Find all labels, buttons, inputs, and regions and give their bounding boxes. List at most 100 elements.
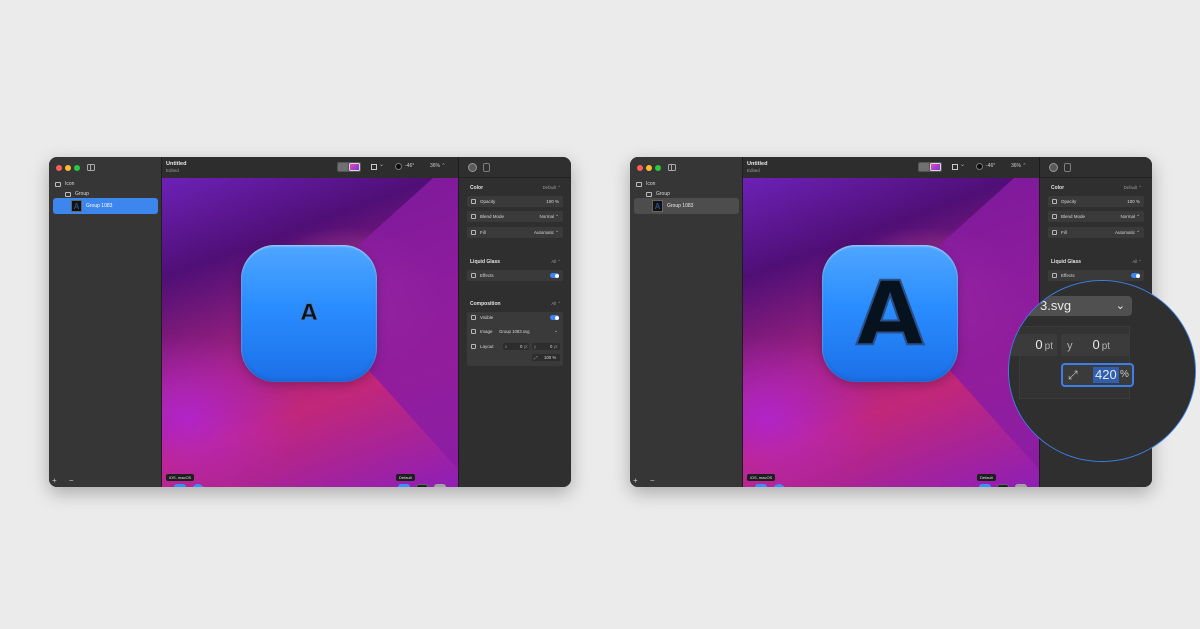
fill-value[interactable]: Automatic ⌃ — [1115, 230, 1140, 236]
color-mode-select[interactable]: Default ⌃ — [543, 185, 561, 191]
blend-mode-row[interactable]: Blend Mode Normal ⌃ — [1048, 211, 1144, 222]
composition-title: Composition — [470, 301, 501, 307]
tree-item-group-1083[interactable]: A Group 1083 — [53, 198, 158, 214]
dark-appearance-icon[interactable]: A — [997, 484, 1009, 487]
y-position-field[interactable]: y 0 pt — [1061, 334, 1130, 356]
zoom-button[interactable] — [74, 165, 80, 171]
blend-mode-row[interactable]: Blend Mode Normal ⌃ — [467, 211, 563, 222]
add-remove-buttons[interactable]: + − — [633, 476, 660, 485]
light-angle-icon[interactable] — [976, 163, 983, 170]
gray-bg-option[interactable] — [919, 163, 929, 171]
grid-icon[interactable] — [952, 161, 965, 170]
color-mode-select[interactable]: Default ⌃ — [1124, 185, 1142, 191]
composition-mode-select[interactable]: All ⌃ — [551, 301, 561, 307]
minimize-button[interactable] — [65, 165, 71, 171]
close-button[interactable] — [56, 165, 62, 171]
appearance-tab-icon[interactable] — [1049, 163, 1058, 172]
macos-preview-icon[interactable] — [192, 484, 204, 487]
resize-icon: ⤢ — [1068, 368, 1078, 382]
opacity-row[interactable]: Opacity 100 % — [467, 196, 563, 207]
background-picker[interactable] — [337, 162, 361, 172]
toolbar: Untitled Edited -46° 36% ⌃ — [162, 157, 458, 178]
effects-toggle[interactable] — [1131, 273, 1140, 278]
appearance-tab-icon[interactable] — [468, 163, 477, 172]
fill-row[interactable]: Fill Automatic ⌃ — [467, 227, 563, 238]
x-position-field[interactable]: 0 pt — [1009, 334, 1057, 356]
visible-toggle[interactable] — [550, 315, 559, 320]
opacity-icon — [1052, 199, 1057, 204]
platform-badge: iOS, macOS — [166, 474, 195, 481]
image-icon — [471, 329, 476, 334]
sidebar-toggle-icon[interactable] — [87, 164, 95, 171]
document-tab-icon[interactable] — [1064, 163, 1071, 172]
layer-thumbnail: A — [71, 200, 82, 212]
ios-preview-icon[interactable]: A — [755, 484, 767, 487]
opacity-row[interactable]: Opacity 100 % — [1048, 196, 1144, 207]
add-remove-buttons[interactable]: + − — [52, 476, 79, 485]
image-file-value[interactable]: Group 1083.svg — [499, 329, 530, 334]
image-file-popup[interactable]: 3.svg ⌄ — [1025, 296, 1132, 316]
layout-label: Layout — [480, 344, 494, 349]
zoom-level[interactable]: 36% ⌃ — [1011, 163, 1027, 169]
blend-value[interactable]: Normal ⌃ — [1120, 214, 1140, 220]
dark-appearance-icon[interactable] — [416, 484, 428, 487]
gradient-bg-option[interactable] — [348, 163, 360, 171]
zoom-level[interactable]: 36% ⌃ — [430, 163, 446, 169]
effects-icon — [471, 273, 476, 278]
opacity-value[interactable]: 100 % — [1127, 199, 1140, 204]
document-status: Edited — [166, 167, 179, 173]
image-chevron-icon[interactable]: ⌄ — [554, 328, 558, 334]
image-file-value: 3.svg — [1040, 298, 1072, 313]
folder-icon — [646, 191, 652, 197]
document-tab-icon[interactable] — [483, 163, 490, 172]
fill-label: Fill — [1061, 230, 1067, 235]
mono-appearance-icon[interactable] — [434, 484, 446, 487]
fill-icon — [1052, 230, 1057, 235]
zoom-button[interactable] — [655, 165, 661, 171]
close-button[interactable] — [637, 165, 643, 171]
window-controls — [637, 165, 661, 171]
effects-label: Effects — [1061, 273, 1075, 278]
grid-icon[interactable] — [371, 161, 384, 170]
gradient-bg-option[interactable] — [929, 163, 941, 171]
layer-thumbnail: A — [652, 200, 663, 212]
effects-toggle[interactable] — [550, 273, 559, 278]
tree-item-group-1083[interactable]: A Group 1083 — [634, 198, 739, 214]
icon-canvas[interactable]: A iOS, macOS Default — [162, 178, 458, 487]
color-section-title: Color — [1051, 185, 1065, 191]
scale-value[interactable]: 420 — [1093, 367, 1119, 383]
default-appearance-icon[interactable] — [398, 484, 410, 487]
light-angle-icon[interactable] — [395, 163, 402, 170]
canvas-area: Untitled Edited -46° 36% ⌃ A iOS, macOS … — [162, 157, 458, 487]
liquid-glass-mode-select[interactable]: All ⌃ — [551, 259, 561, 265]
minimize-button[interactable] — [646, 165, 652, 171]
composition-box: Visible Image Group 1083.svg ⌄ Layout x … — [467, 312, 563, 366]
appearance-badge: Default — [396, 474, 415, 481]
fill-value[interactable]: Automatic ⌃ — [534, 230, 559, 236]
gray-bg-option[interactable] — [338, 163, 348, 171]
light-angle-value[interactable]: -46° — [405, 163, 414, 169]
x-unit: pt — [1044, 341, 1053, 352]
window-controls — [56, 165, 80, 171]
macos-preview-icon[interactable]: A — [773, 484, 785, 487]
fill-row[interactable]: Fill Automatic ⌃ — [1048, 227, 1144, 238]
icon-canvas[interactable]: A iOS, macOS A A Default A A — [743, 178, 1039, 487]
app-icon-preview[interactable]: A — [241, 245, 377, 382]
x-value: 0 — [1035, 337, 1043, 352]
opacity-value[interactable]: 100 % — [546, 199, 559, 204]
document-title: Untitled — [747, 161, 768, 167]
opacity-label: Opacity — [1061, 199, 1077, 204]
divider — [1040, 177, 1152, 178]
ios-preview-icon[interactable] — [174, 484, 186, 487]
app-icon-preview[interactable]: A — [822, 245, 958, 382]
scale-field[interactable]: ⤢ 420 % — [1061, 363, 1134, 387]
sidebar-toggle-icon[interactable] — [668, 164, 676, 171]
background-picker[interactable] — [918, 162, 942, 172]
light-angle-value[interactable]: -46° — [986, 163, 995, 169]
effects-row[interactable]: Effects — [467, 270, 563, 281]
blend-value[interactable]: Normal ⌃ — [539, 214, 559, 220]
liquid-glass-title: Liquid Glass — [1051, 259, 1082, 265]
liquid-glass-mode-select[interactable]: All ⌃ — [1132, 259, 1142, 265]
mono-appearance-icon[interactable] — [1015, 484, 1027, 487]
default-appearance-icon[interactable]: A — [979, 484, 991, 487]
